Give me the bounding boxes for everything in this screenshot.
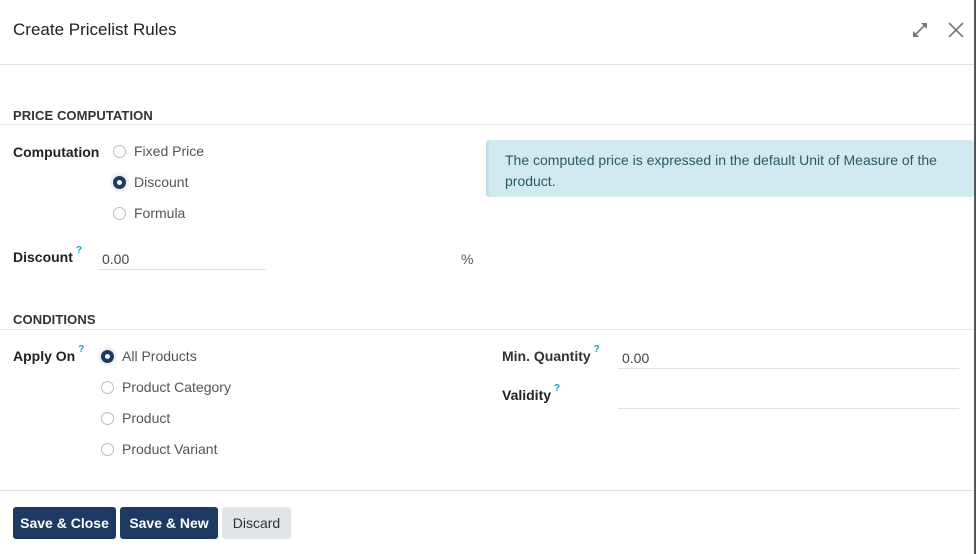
discard-button[interactable]: Discard bbox=[222, 507, 291, 539]
section-title-conditions: CONDITIONS bbox=[13, 312, 96, 327]
computation-label: Computation bbox=[13, 144, 100, 160]
footer-divider bbox=[0, 490, 974, 491]
section-title-price-computation: PRICE COMPUTATION bbox=[13, 108, 153, 123]
radio-button[interactable] bbox=[113, 144, 126, 158]
expand-arrows-icon[interactable] bbox=[910, 20, 930, 40]
dialog-title: Create Pricelist Rules bbox=[13, 20, 177, 39]
min-quantity-input[interactable]: 0.00 bbox=[618, 347, 959, 369]
radio-button[interactable] bbox=[101, 442, 114, 456]
min-quantity-label: Min. Quantity? bbox=[502, 344, 600, 364]
discount-input[interactable]: 0.00 bbox=[98, 248, 266, 270]
validity-input[interactable] bbox=[618, 387, 959, 409]
section-divider bbox=[0, 124, 974, 125]
radio-button[interactable] bbox=[101, 349, 114, 363]
apply-on-label: Apply On? bbox=[13, 344, 84, 364]
discount-unit: % bbox=[461, 251, 474, 267]
radio-discount[interactable]: Discount bbox=[113, 174, 188, 190]
info-alert: The computed price is expressed in the d… bbox=[486, 140, 974, 197]
radio-product[interactable]: Product bbox=[101, 410, 170, 426]
radio-fixed-price[interactable]: Fixed Price bbox=[113, 143, 204, 159]
validity-label: Validity? bbox=[502, 383, 560, 403]
radio-label: Product Variant bbox=[122, 441, 218, 457]
radio-label: Product Category bbox=[122, 379, 231, 395]
radio-button[interactable] bbox=[101, 380, 114, 394]
help-tooltip-icon[interactable]: ? bbox=[554, 383, 560, 394]
close-x-icon[interactable] bbox=[946, 20, 966, 40]
radio-all-products[interactable]: All Products bbox=[101, 348, 197, 364]
save-new-button[interactable]: Save & New bbox=[120, 507, 218, 539]
radio-label: Fixed Price bbox=[134, 143, 205, 159]
section-divider bbox=[0, 329, 974, 330]
radio-product-category[interactable]: Product Category bbox=[101, 379, 231, 395]
radio-label: Discount bbox=[134, 174, 189, 190]
validity-label-text: Validity bbox=[502, 387, 552, 403]
radio-label: Product bbox=[122, 410, 171, 426]
help-tooltip-icon[interactable]: ? bbox=[76, 245, 82, 256]
discount-label-text: Discount bbox=[13, 249, 73, 265]
discount-label: Discount? bbox=[13, 245, 82, 265]
help-tooltip-icon[interactable]: ? bbox=[594, 344, 600, 355]
radio-button[interactable] bbox=[113, 175, 126, 189]
apply-on-label-text: Apply On bbox=[13, 348, 76, 364]
help-tooltip-icon[interactable]: ? bbox=[78, 344, 84, 355]
radio-product-variant[interactable]: Product Variant bbox=[101, 441, 217, 457]
pricelist-rule-dialog: Create Pricelist Rules PRICE COMPUTATION… bbox=[0, 0, 976, 554]
save-close-button[interactable]: Save & Close bbox=[13, 507, 116, 539]
radio-button[interactable] bbox=[101, 411, 114, 425]
dialog-header: Create Pricelist Rules bbox=[0, 0, 974, 65]
radio-label: All Products bbox=[122, 348, 197, 364]
radio-label: Formula bbox=[134, 205, 186, 221]
radio-formula[interactable]: Formula bbox=[113, 205, 185, 221]
min-quantity-label-text: Min. Quantity bbox=[502, 348, 591, 364]
radio-button[interactable] bbox=[113, 206, 126, 220]
